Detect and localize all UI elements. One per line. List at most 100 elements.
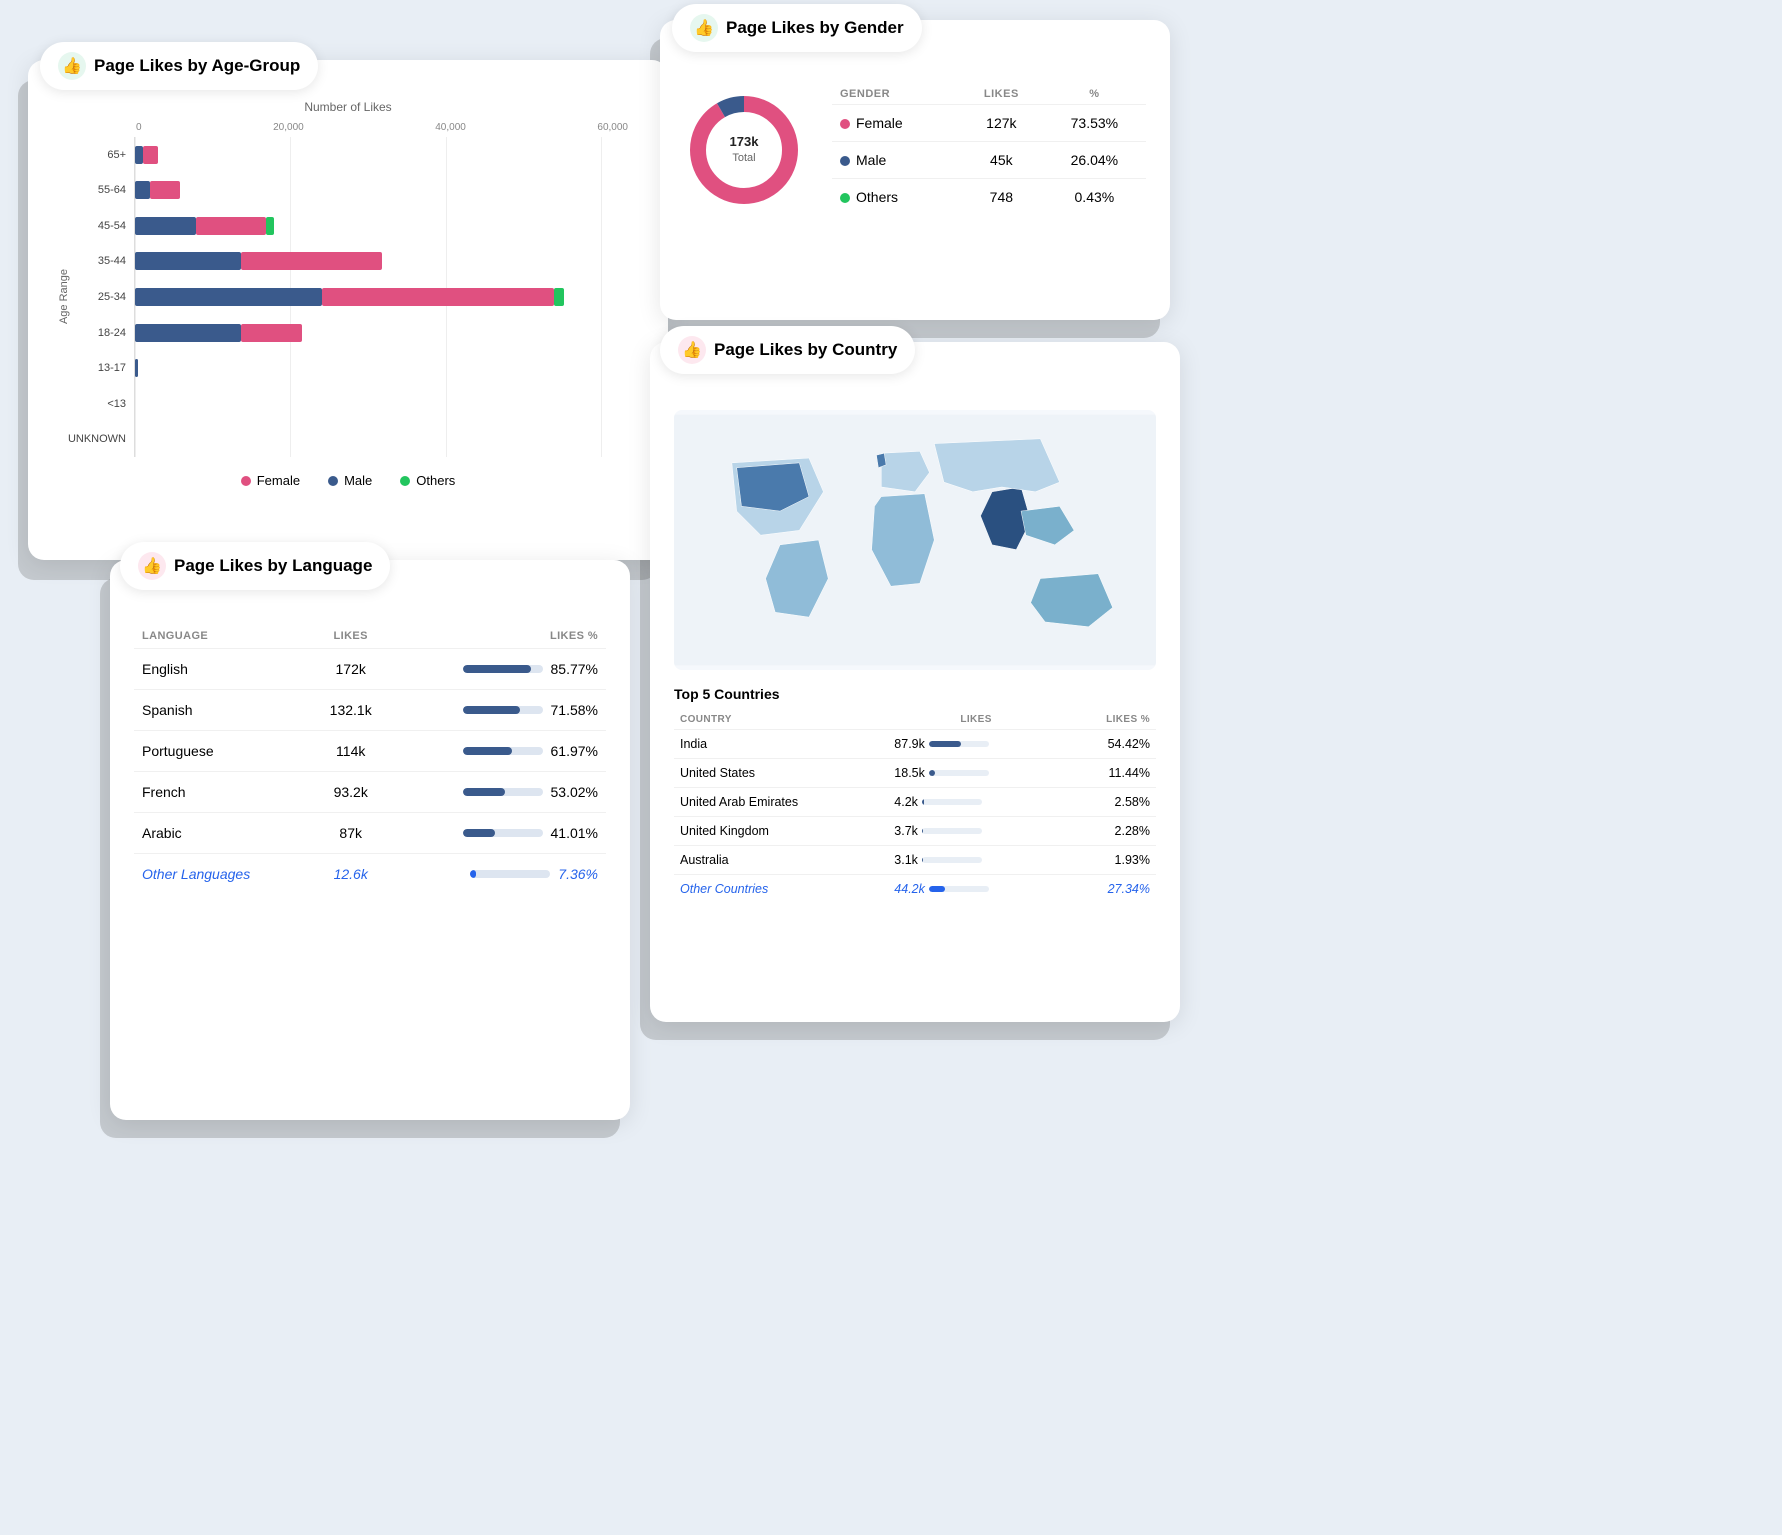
country-title: Page Likes by Country — [714, 340, 897, 360]
lang-arabic: Arabic — [134, 813, 310, 854]
thumbs-up-icon-country: 👍 — [678, 336, 706, 364]
y-label-55-64: 55-64 — [72, 173, 126, 209]
likes-col-header: LIKES — [960, 84, 1043, 105]
bar-unknown — [135, 424, 640, 454]
legend-others-label: Others — [416, 473, 455, 488]
x-label-20k: 20,000 — [273, 122, 304, 133]
country-india-likes: 87.9k — [888, 730, 1064, 759]
country-row-uk: United Kingdom 3.7k 2.28% — [674, 817, 1156, 846]
legend-others: Others — [400, 473, 455, 488]
y-label-65plus: 65+ — [72, 137, 126, 173]
country-card: Top 5 Countries COUNTRY LIKES LIKES % In… — [650, 342, 1180, 1022]
country-row-india: India 87.9k 54.42% — [674, 730, 1156, 759]
gender-row-male: Male 45k 26.04% — [832, 142, 1146, 179]
lang-other: Other Languages — [134, 854, 310, 895]
country-card-header: 👍 Page Likes by Country — [660, 326, 915, 374]
country-row-other: Other Countries 44.2k 27.34% — [674, 875, 1156, 904]
lang-row-french: French 93.2k 53.02% — [134, 772, 606, 813]
gender-female-label: Female — [832, 105, 960, 142]
world-map — [674, 410, 1156, 670]
lang-likes-header: LIKES — [310, 624, 392, 649]
x-label-60k: 60,000 — [597, 122, 628, 133]
y-label-18-24: 18-24 — [72, 315, 126, 351]
thumbs-up-icon-lang: 👍 — [138, 552, 166, 580]
y-label-13-17: 13-17 — [72, 350, 126, 386]
gender-card: 173k Total GENDER LIKES % Female — [660, 20, 1170, 320]
lang-french: French — [134, 772, 310, 813]
thumbs-up-icon: 👍 — [58, 52, 86, 80]
lang-spanish-bar-pct: 71.58% — [392, 690, 606, 731]
y-label-unknown: UNKNOWN — [72, 422, 126, 458]
y-label-25-34: 25-34 — [72, 279, 126, 315]
gender-table: GENDER LIKES % Female 127k 73.53% — [832, 84, 1146, 215]
gender-others-label: Others — [832, 179, 960, 216]
country-col-header: COUNTRY — [674, 710, 888, 730]
gender-row-others: Others 748 0.43% — [832, 179, 1146, 216]
legend-male: Male — [328, 473, 372, 488]
lang-other-bar-pct: 7.36% — [392, 854, 606, 895]
x-label-40k: 40,000 — [435, 122, 466, 133]
gender-female-likes: 127k — [960, 105, 1043, 142]
gender-others-likes: 748 — [960, 179, 1043, 216]
country-uae-likes: 4.2k — [888, 788, 1064, 817]
lang-row-other: Other Languages 12.6k 7.36% — [134, 854, 606, 895]
country-us: United States — [674, 759, 888, 788]
lang-portuguese: Portuguese — [134, 731, 310, 772]
lang-other-likes: 12.6k — [310, 854, 392, 895]
country-australia-pct: 1.93% — [1064, 846, 1156, 875]
language-card-header: 👍 Page Likes by Language — [120, 542, 390, 590]
lang-row-portuguese: Portuguese 114k 61.97% — [134, 731, 606, 772]
country-uk-pct: 2.28% — [1064, 817, 1156, 846]
country-row-australia: Australia 3.1k 1.93% — [674, 846, 1156, 875]
country-india: India — [674, 730, 888, 759]
bar-55-64 — [135, 175, 640, 205]
legend-male-label: Male — [344, 473, 372, 488]
gender-col-header: GENDER — [832, 84, 960, 105]
gender-others-pct: 0.43% — [1043, 179, 1146, 216]
lang-english-likes: 172k — [310, 649, 392, 690]
lang-row-spanish: Spanish 132.1k 71.58% — [134, 690, 606, 731]
y-label-45-54: 45-54 — [72, 208, 126, 244]
lang-spanish: Spanish — [134, 690, 310, 731]
country-us-likes: 18.5k — [888, 759, 1064, 788]
pct-col-header: % — [1043, 84, 1146, 105]
lang-french-bar-pct: 53.02% — [392, 772, 606, 813]
top5-title: Top 5 Countries — [674, 686, 1156, 702]
country-australia: Australia — [674, 846, 888, 875]
lang-french-likes: 93.2k — [310, 772, 392, 813]
female-dot — [241, 476, 251, 486]
country-uae-pct: 2.58% — [1064, 788, 1156, 817]
gender-row-female: Female 127k 73.53% — [832, 105, 1146, 142]
bar-25-34 — [135, 282, 640, 312]
bar-18-24 — [135, 318, 640, 348]
language-table: LANGUAGE LIKES LIKES % English 172k 85.7… — [134, 624, 606, 894]
language-card: LANGUAGE LIKES LIKES % English 172k 85.7… — [110, 560, 630, 1120]
age-chart-title: Number of Likes — [56, 100, 640, 114]
country-row-uae: United Arab Emirates 4.2k 2.58% — [674, 788, 1156, 817]
country-pct-header: LIKES % — [1064, 710, 1156, 730]
thumbs-up-icon-gender: 👍 — [690, 14, 718, 42]
male-dot — [328, 476, 338, 486]
legend-female: Female — [241, 473, 300, 488]
lang-spanish-likes: 132.1k — [310, 690, 392, 731]
bar-13-17 — [135, 353, 640, 383]
y-label-35-44: 35-44 — [72, 244, 126, 280]
age-chart-legend: Female Male Others — [56, 473, 640, 488]
gender-card-header: 👍 Page Likes by Gender — [672, 4, 922, 52]
age-group-card: Number of Likes 0 20,000 40,000 60,000 A… — [28, 60, 668, 560]
language-title: Page Likes by Language — [174, 556, 372, 576]
country-likes-header: LIKES — [888, 710, 1064, 730]
lang-portuguese-likes: 114k — [310, 731, 392, 772]
country-india-pct: 54.42% — [1064, 730, 1156, 759]
lang-portuguese-bar-pct: 61.97% — [392, 731, 606, 772]
country-us-pct: 11.44% — [1064, 759, 1156, 788]
lang-arabic-likes: 87k — [310, 813, 392, 854]
donut-total: 173k Total — [730, 134, 759, 166]
gender-donut-chart: 173k Total — [684, 90, 804, 210]
age-group-card-header: 👍 Page Likes by Age-Group — [40, 42, 318, 90]
others-dot — [400, 476, 410, 486]
y-label-lt13: <13 — [72, 386, 126, 422]
bar-65plus — [135, 140, 640, 170]
lang-english-bar-pct: 85.77% — [392, 649, 606, 690]
age-group-title: Page Likes by Age-Group — [94, 56, 300, 76]
